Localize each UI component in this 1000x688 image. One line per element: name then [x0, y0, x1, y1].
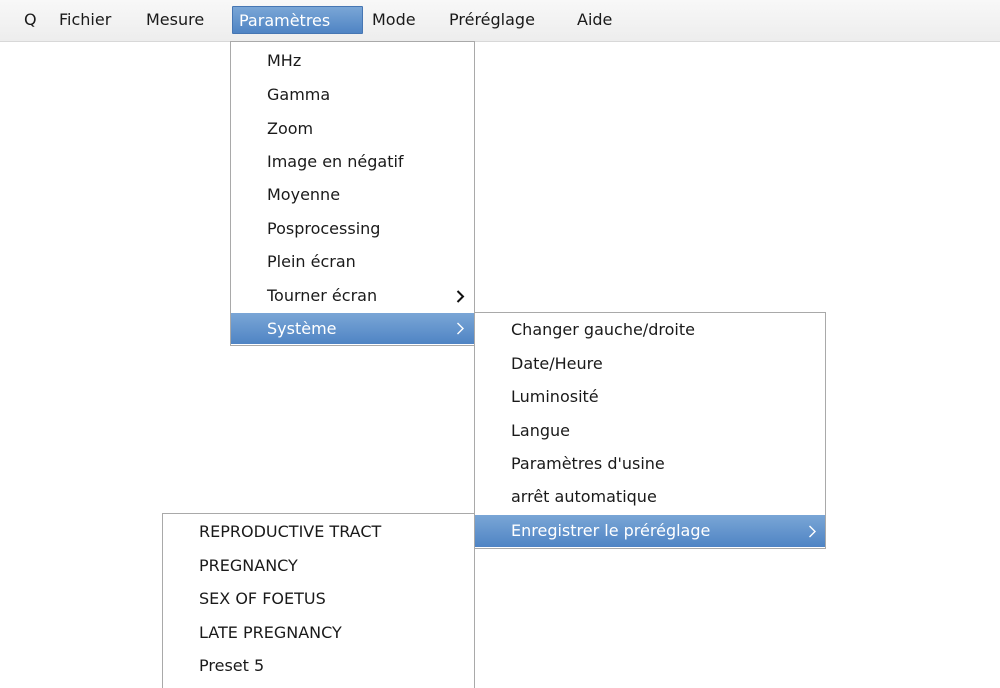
- menu-item-label: Zoom: [267, 119, 314, 138]
- menu-item-label: LATE PREGNANCY: [199, 623, 342, 642]
- menu-q[interactable]: Q: [18, 6, 43, 34]
- menu-item-label: Enregistrer le préréglage: [511, 521, 711, 540]
- menu-item-changer-gauche-droite[interactable]: Changer gauche/droite: [475, 314, 825, 347]
- menu-item-label: arrêt automatique: [511, 487, 657, 506]
- menu-item-zoom[interactable]: Zoom: [231, 113, 474, 146]
- chevron-right-icon: [808, 525, 817, 538]
- chevron-right-icon: [456, 290, 465, 303]
- menu-aide[interactable]: Aide: [571, 6, 618, 34]
- menu-item-enregistrer-preglage[interactable]: Enregistrer le préréglage: [475, 515, 825, 547]
- menu-item-label: Date/Heure: [511, 354, 603, 373]
- menu-item-label: SEX OF FOETUS: [199, 589, 326, 608]
- menu-item-luminosite[interactable]: Luminosité: [475, 381, 825, 414]
- menu-item-label: Système: [267, 319, 337, 338]
- menu-item-posprocessing[interactable]: Posprocessing: [231, 213, 474, 246]
- menu-preglage[interactable]: Préréglage: [443, 6, 541, 34]
- menu-item-mhz[interactable]: MHz: [231, 45, 474, 78]
- menu-item-preset-4[interactable]: LATE PREGNANCY: [163, 617, 474, 650]
- menu-item-label: Paramètres d'usine: [511, 454, 665, 473]
- menu-item-parametres-usine[interactable]: Paramètres d'usine: [475, 448, 825, 481]
- menu-item-preset-3[interactable]: SEX OF FOETUS: [163, 583, 474, 616]
- menu-item-label: Image en négatif: [267, 152, 404, 171]
- menu-fichier[interactable]: Fichier: [53, 6, 117, 34]
- parametres-menu: MHz Gamma Zoom Image en négatif Moyenne …: [230, 41, 475, 346]
- menu-mesure[interactable]: Mesure: [140, 6, 210, 34]
- menu-item-label: Changer gauche/droite: [511, 320, 695, 339]
- menu-item-preset-1[interactable]: REPRODUCTIVE TRACT: [163, 516, 474, 549]
- chevron-right-icon: [456, 322, 465, 335]
- menu-item-preset-5[interactable]: Preset 5: [163, 650, 474, 683]
- menu-item-label: Tourner écran: [267, 286, 378, 305]
- menu-bar: Q Fichier Mesure Paramètres Mode Prérégl…: [0, 0, 1000, 42]
- menu-mode[interactable]: Mode: [366, 6, 422, 34]
- systeme-submenu: Changer gauche/droite Date/Heure Luminos…: [474, 312, 826, 549]
- menu-item-systeme[interactable]: Système: [231, 313, 474, 344]
- menu-item-label: Luminosité: [511, 387, 599, 406]
- menu-item-moyenne[interactable]: Moyenne: [231, 179, 474, 212]
- menu-item-arret-automatique[interactable]: arrêt automatique: [475, 481, 825, 514]
- menu-item-label: PREGNANCY: [199, 556, 298, 575]
- menu-item-image-negatif[interactable]: Image en négatif: [231, 146, 474, 179]
- menu-item-label: Langue: [511, 421, 570, 440]
- menu-parametres[interactable]: Paramètres: [232, 6, 363, 34]
- menu-item-date-heure[interactable]: Date/Heure: [475, 348, 825, 381]
- preset-submenu: REPRODUCTIVE TRACT PREGNANCY SEX OF FOET…: [162, 513, 475, 688]
- menu-item-label: MHz: [267, 51, 302, 70]
- menu-item-label: Moyenne: [267, 185, 341, 204]
- menu-item-label: Plein écran: [267, 252, 356, 271]
- menu-item-langue[interactable]: Langue: [475, 415, 825, 448]
- menu-item-gamma[interactable]: Gamma: [231, 79, 474, 112]
- menu-item-plein-ecran[interactable]: Plein écran: [231, 246, 474, 279]
- menu-item-label: Posprocessing: [267, 219, 381, 238]
- menu-item-label: Preset 5: [199, 656, 265, 675]
- menu-item-label: REPRODUCTIVE TRACT: [199, 522, 382, 541]
- menu-item-preset-2[interactable]: PREGNANCY: [163, 550, 474, 583]
- menu-item-tourner-ecran[interactable]: Tourner écran: [231, 280, 474, 313]
- menu-item-label: Gamma: [267, 85, 331, 104]
